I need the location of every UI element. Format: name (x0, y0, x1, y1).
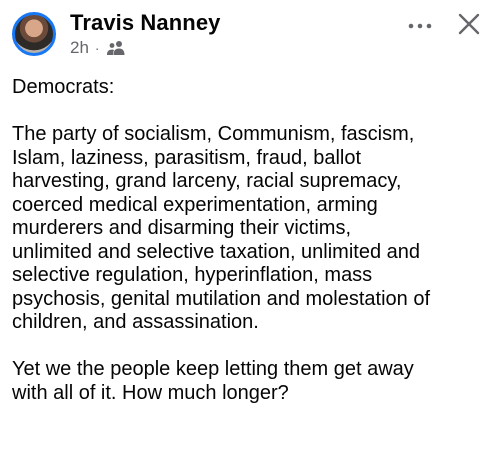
close-icon[interactable] (451, 6, 487, 42)
more-options-icon[interactable] (402, 8, 438, 44)
post-time[interactable]: 2h (70, 38, 89, 58)
post-card: Travis Nanney 2h · Democrats: The party … (0, 0, 500, 452)
meta-separator: · (94, 40, 100, 56)
post-text: Democrats: The party of socialism, Commu… (12, 76, 431, 404)
friends-icon[interactable] (106, 40, 126, 56)
post-header: Travis Nanney 2h · (0, 0, 500, 70)
post-meta: 2h · (70, 38, 126, 58)
author-avatar[interactable] (12, 12, 56, 56)
author-name[interactable]: Travis Nanney (70, 10, 221, 36)
